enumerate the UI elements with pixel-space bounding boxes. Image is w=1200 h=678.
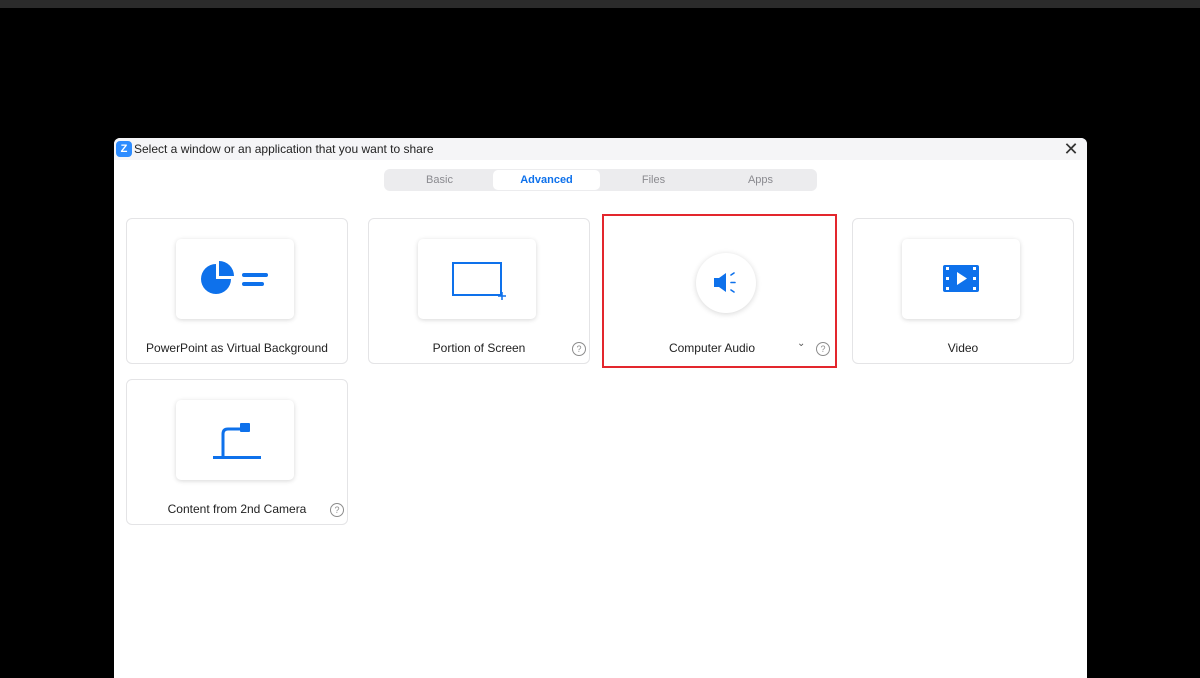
tab-advanced[interactable]: Advanced xyxy=(493,170,600,190)
tab-basic[interactable]: Basic xyxy=(386,170,493,190)
film-icon xyxy=(943,265,979,292)
dialog-title: Select a window or an application that y… xyxy=(134,142,434,156)
option-content-from-2nd-camera[interactable]: Content from 2nd Camera ? xyxy=(126,379,348,525)
option-label: Video xyxy=(947,341,979,355)
option-powerpoint-background[interactable]: PowerPoint as Virtual Background xyxy=(126,218,348,364)
option-label: Portion of Screen xyxy=(432,341,526,355)
close-button[interactable]: ✕ xyxy=(1061,139,1081,159)
option-label: Content from 2nd Camera xyxy=(167,502,307,516)
pie-chart-icon xyxy=(201,261,268,294)
top-strip xyxy=(0,0,1200,8)
tab-files[interactable]: Files xyxy=(600,170,707,190)
highlight-box xyxy=(602,214,837,368)
screen-portion-icon xyxy=(452,262,506,300)
tab-bar: Basic Advanced Files Apps xyxy=(384,169,817,191)
document-camera-icon xyxy=(213,423,261,459)
tab-apps[interactable]: Apps xyxy=(707,170,814,190)
zoom-logo-icon: Z xyxy=(116,141,132,157)
option-thumbnail xyxy=(176,400,294,480)
help-icon[interactable]: ? xyxy=(330,503,344,517)
option-thumbnail xyxy=(418,239,536,319)
option-video[interactable]: Video xyxy=(852,218,1074,364)
option-thumbnail xyxy=(902,239,1020,319)
option-thumbnail xyxy=(176,239,294,319)
share-dialog: Z Select a window or an application that… xyxy=(114,138,1087,678)
help-icon[interactable]: ? xyxy=(572,342,586,356)
title-bar: Z Select a window or an application that… xyxy=(114,138,1087,160)
option-label: PowerPoint as Virtual Background xyxy=(146,341,328,355)
option-portion-of-screen[interactable]: Portion of Screen ? xyxy=(368,218,590,364)
